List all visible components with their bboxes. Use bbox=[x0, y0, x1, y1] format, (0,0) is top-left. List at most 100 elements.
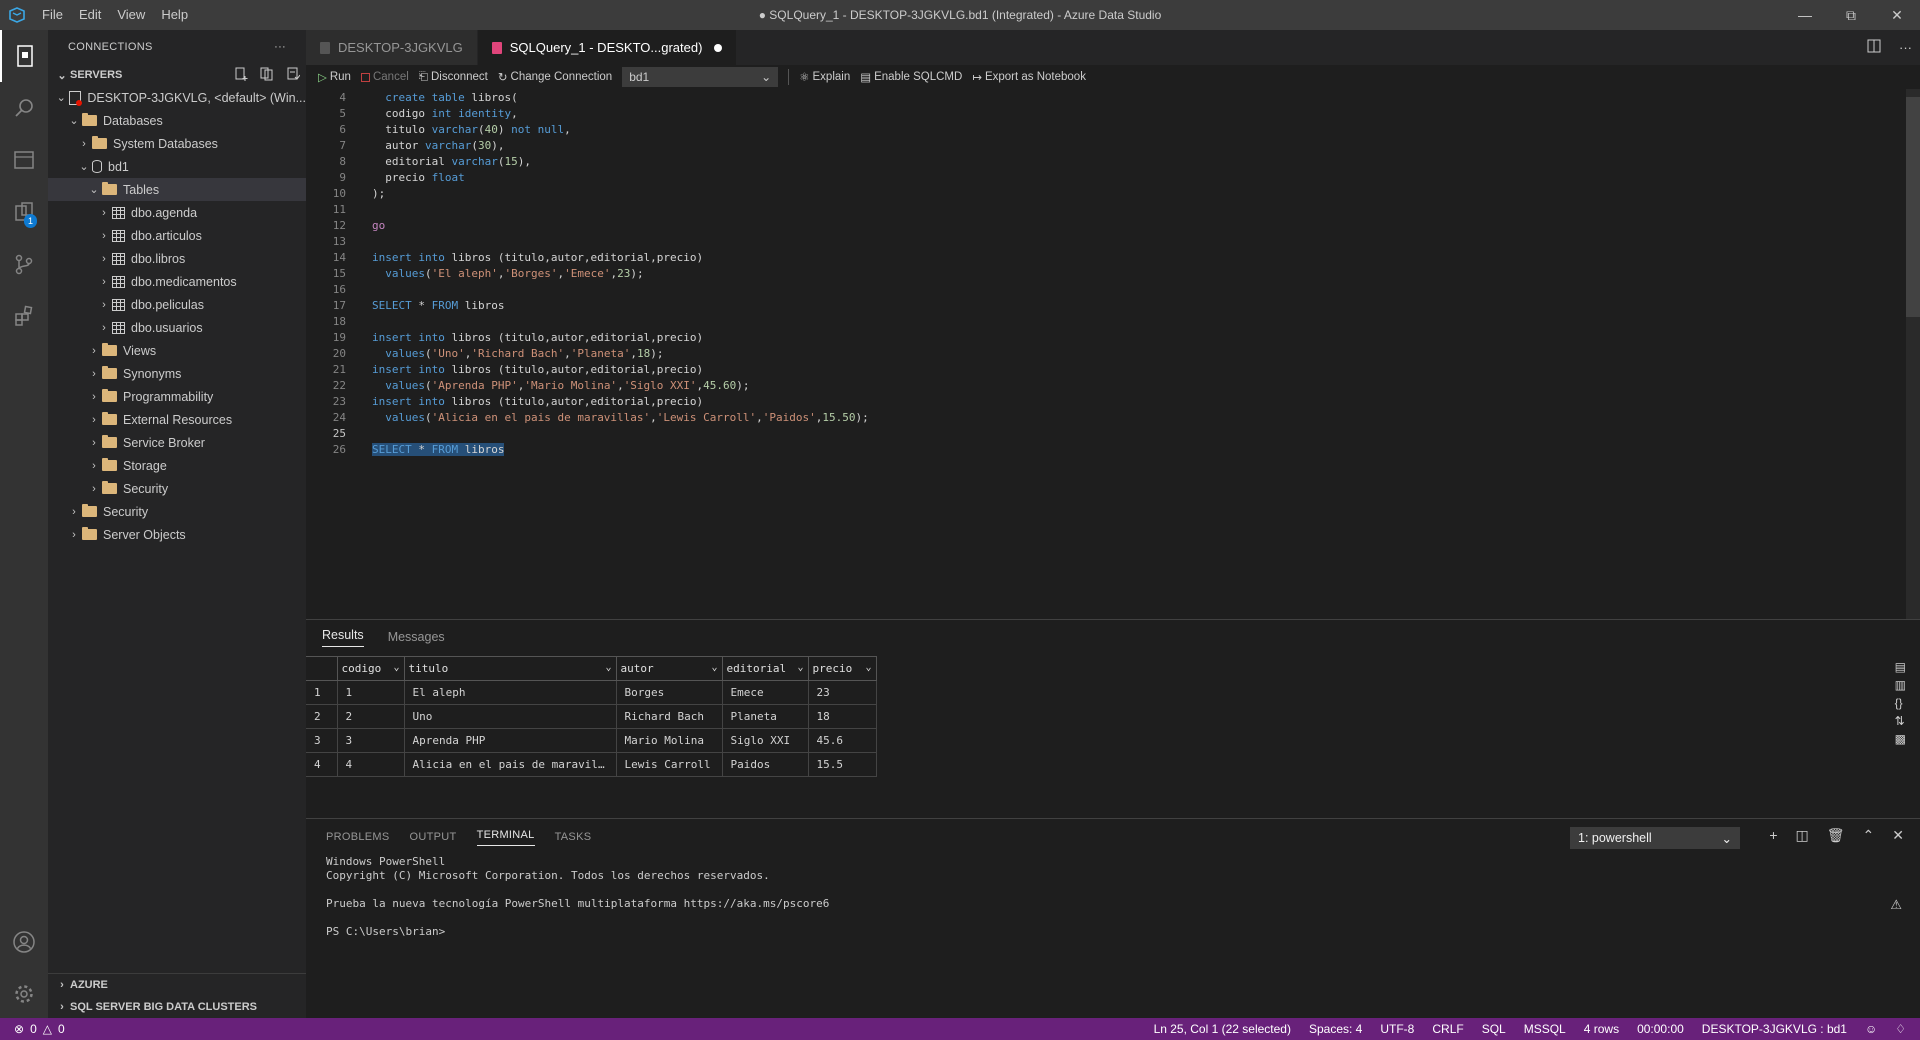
connection-status[interactable]: DESKTOP-3JGKVLG : bd1 bbox=[1702, 1022, 1847, 1036]
encoding[interactable]: UTF-8 bbox=[1380, 1022, 1414, 1036]
tab-output[interactable]: OUTPUT bbox=[410, 831, 457, 843]
tab-dashboard[interactable]: DESKTOP-3JGKVLG bbox=[306, 30, 478, 65]
tree-table-usuarios[interactable]: › dbo.usuarios bbox=[48, 316, 306, 339]
tree-server-objects[interactable]: › Server Objects bbox=[48, 523, 306, 546]
tab-problems[interactable]: PROBLEMS bbox=[326, 831, 390, 843]
new-server-group-icon[interactable] bbox=[260, 67, 274, 84]
cell-precio[interactable]: 18 bbox=[807, 704, 877, 729]
cell-titulo[interactable]: El aleph bbox=[403, 680, 617, 705]
tree-table-agenda[interactable]: › dbo.agenda bbox=[48, 201, 306, 224]
tree-server-node[interactable]: ⌄ DESKTOP-3JGKVLG, <default> (Win... bbox=[48, 86, 306, 109]
cell-titulo[interactable]: Uno bbox=[403, 704, 617, 729]
run-button[interactable]: ▷ Run bbox=[318, 70, 351, 84]
warning-icon[interactable]: ⚠ bbox=[1890, 897, 1902, 913]
explain-button[interactable]: ⚛ Explain bbox=[799, 70, 850, 84]
end-of-line[interactable]: CRLF bbox=[1432, 1022, 1463, 1036]
save-json-icon[interactable]: {} bbox=[1895, 696, 1906, 710]
tree-external-resources[interactable]: › External Resources bbox=[48, 408, 306, 431]
tab-terminal[interactable]: TERMINAL bbox=[476, 829, 535, 846]
save-xml-icon[interactable]: ⇅ bbox=[1895, 714, 1906, 728]
cell-editorial[interactable]: Siglo XXI bbox=[721, 728, 809, 753]
table-row[interactable]: 3 3 Aprenda PHP Mario Molina Siglo XXI 4… bbox=[306, 728, 877, 753]
tree-programmability[interactable]: › Programmability bbox=[48, 385, 306, 408]
cell-autor[interactable]: Richard Bach bbox=[615, 704, 723, 729]
restore-icon[interactable]: ⧉ bbox=[1828, 0, 1874, 30]
maximize-panel-icon[interactable]: ⌃ bbox=[1863, 827, 1875, 844]
chevron-down-icon[interactable]: ⌄ bbox=[865, 662, 871, 673]
language-mode[interactable]: SQL bbox=[1482, 1022, 1506, 1036]
save-csv-icon[interactable]: ▤ bbox=[1895, 660, 1906, 674]
new-terminal-icon[interactable]: + bbox=[1769, 827, 1777, 844]
chevron-down-icon[interactable]: ⌄ bbox=[711, 662, 717, 673]
cell-codigo[interactable]: 1 bbox=[336, 680, 405, 705]
tree-system-databases[interactable]: › System Databases bbox=[48, 132, 306, 155]
cell-titulo[interactable]: Alicia en el pais de maravil... bbox=[403, 752, 617, 777]
trash-icon[interactable]: 🗑 bbox=[1827, 827, 1845, 844]
tree-bd1[interactable]: ⌄ bd1 bbox=[48, 155, 306, 178]
disconnect-button[interactable]: ⎗ Disconnect bbox=[419, 71, 488, 84]
column-header-editorial[interactable]: editorial ⌄ bbox=[721, 656, 809, 681]
tree-table-articulos[interactable]: › dbo.articulos bbox=[48, 224, 306, 247]
cell-titulo[interactable]: Aprenda PHP bbox=[403, 728, 617, 753]
column-header-autor[interactable]: autor ⌄ bbox=[615, 656, 723, 681]
menu-help[interactable]: Help bbox=[153, 0, 196, 30]
menu-file[interactable]: File bbox=[34, 0, 71, 30]
servers-section-header[interactable]: ⌄ SERVERS bbox=[48, 64, 306, 86]
terminal-output[interactable]: Windows PowerShell Copyright (C) Microso… bbox=[306, 855, 1920, 939]
table-row[interactable]: 1 1 El aleph Borges Emece 23 bbox=[306, 680, 877, 705]
cursor-position[interactable]: Ln 25, Col 1 (22 selected) bbox=[1154, 1022, 1291, 1036]
tree-views[interactable]: › Views bbox=[48, 339, 306, 362]
extensions-icon[interactable]: 1 bbox=[0, 186, 48, 238]
enable-sqlcmd-button[interactable]: ▤ Enable SQLCMD bbox=[860, 70, 962, 84]
split-terminal-icon[interactable]: ◫ bbox=[1796, 827, 1809, 844]
tree-synonyms[interactable]: › Synonyms bbox=[48, 362, 306, 385]
cell-precio[interactable]: 15.5 bbox=[807, 752, 877, 777]
tree-service-broker[interactable]: › Service Broker bbox=[48, 431, 306, 454]
cell-autor[interactable]: Borges bbox=[615, 680, 723, 705]
split-editor-icon[interactable] bbox=[1867, 39, 1881, 56]
unsaved-dot-icon[interactable] bbox=[714, 43, 723, 52]
azure-section-header[interactable]: › AZURE bbox=[48, 974, 306, 996]
close-panel-icon[interactable]: ✕ bbox=[1892, 827, 1904, 844]
problems-status[interactable]: ⊗ 0 △ 0 bbox=[0, 1022, 65, 1036]
tree-storage[interactable]: › Storage bbox=[48, 454, 306, 477]
table-row[interactable]: 2 2 Uno Richard Bach Planeta 18 bbox=[306, 704, 877, 729]
tree-server-security[interactable]: › Security bbox=[48, 500, 306, 523]
tab-sqlquery[interactable]: SQLQuery_1 - DESKTO...grated) bbox=[477, 30, 738, 65]
cell-autor[interactable]: Lewis Carroll bbox=[615, 752, 723, 777]
more-actions-icon[interactable]: ··· bbox=[1899, 40, 1912, 55]
tab-tasks[interactable]: TASKS bbox=[555, 831, 592, 843]
chart-icon[interactable]: ▩ bbox=[1895, 732, 1906, 746]
cell-precio[interactable]: 23 bbox=[807, 680, 877, 705]
cell-codigo[interactable]: 2 bbox=[336, 704, 405, 729]
editor-scrollbar[interactable] bbox=[1906, 89, 1920, 649]
marketplace-icon[interactable] bbox=[0, 290, 48, 342]
feedback-icon[interactable]: ☺ bbox=[1865, 1022, 1877, 1036]
tree-table-libros[interactable]: › dbo.libros bbox=[48, 247, 306, 270]
cell-editorial[interactable]: Emece bbox=[721, 680, 809, 705]
tree-db-security[interactable]: › Security bbox=[48, 477, 306, 500]
menu-edit[interactable]: Edit bbox=[71, 0, 109, 30]
save-excel-icon[interactable]: ▥ bbox=[1895, 678, 1906, 692]
column-header-titulo[interactable]: titulo ⌄ bbox=[403, 656, 617, 681]
cell-precio[interactable]: 45.6 bbox=[807, 728, 877, 753]
cancel-button[interactable]: Cancel bbox=[360, 71, 409, 83]
tree-table-peliculas[interactable]: › dbo.peliculas bbox=[48, 293, 306, 316]
chevron-down-icon[interactable]: ⌄ bbox=[797, 662, 803, 673]
export-notebook-button[interactable]: ↦ Export as Notebook bbox=[972, 70, 1086, 84]
terminal-select[interactable]: 1: powershell ⌄ bbox=[1570, 827, 1740, 849]
notebooks-icon[interactable] bbox=[0, 134, 48, 186]
change-connection-button[interactable]: ↻ Change Connection bbox=[498, 70, 612, 84]
active-connections-icon[interactable] bbox=[286, 67, 301, 84]
results-grid[interactable]: codigo ⌄ titulo ⌄ autor ⌄ editorial ⌄ precio… bbox=[306, 656, 877, 777]
connections-icon[interactable] bbox=[0, 30, 48, 82]
new-connection-icon[interactable] bbox=[234, 67, 248, 84]
column-header-precio[interactable]: precio ⌄ bbox=[807, 656, 877, 681]
chevron-down-icon[interactable]: ⌄ bbox=[605, 662, 611, 673]
search-icon[interactable] bbox=[0, 82, 48, 134]
column-header-codigo[interactable]: codigo ⌄ bbox=[336, 656, 405, 681]
settings-gear-icon[interactable] bbox=[0, 968, 48, 1020]
tab-messages[interactable]: Messages bbox=[388, 630, 445, 644]
tree-tables[interactable]: ⌄ Tables bbox=[48, 178, 306, 201]
sql-provider[interactable]: MSSQL bbox=[1524, 1022, 1566, 1036]
